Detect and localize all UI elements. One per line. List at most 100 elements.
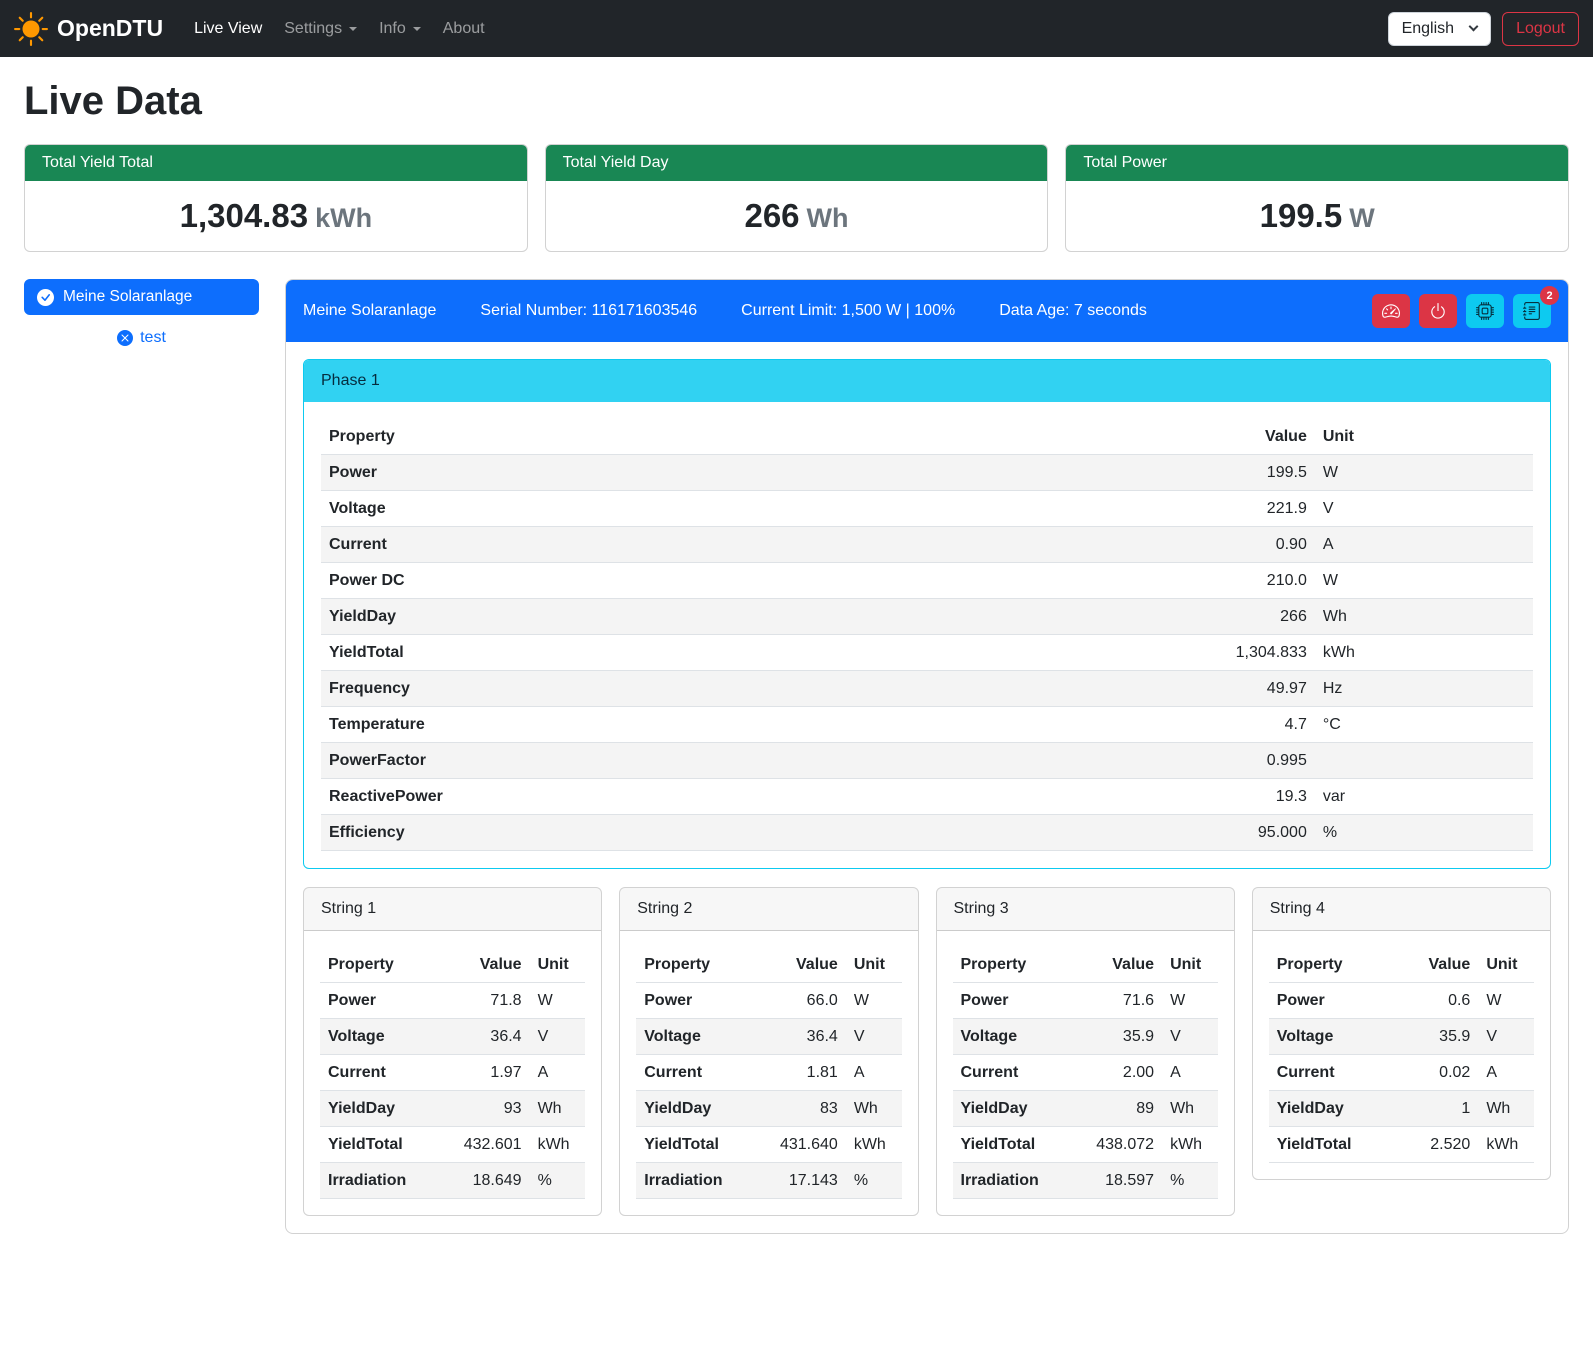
page-content: Live Data Total Yield Total 1,304.83kWh …	[0, 57, 1593, 1260]
value-cell: 83	[772, 1091, 846, 1127]
col-value: Value	[455, 947, 529, 983]
nav-about[interactable]: About	[432, 12, 496, 46]
speedometer-icon	[1382, 302, 1400, 320]
phase-card: Phase 1 Property Value Unit Power199.5WV…	[303, 359, 1551, 869]
property-cell: Irradiation	[320, 1163, 455, 1199]
value-cell: 221.9	[1169, 491, 1314, 527]
brand[interactable]: OpenDTU	[14, 12, 163, 46]
page-title: Live Data	[24, 79, 1569, 124]
table-row: Power71.6W	[953, 983, 1218, 1019]
value-cell: 66.0	[772, 983, 846, 1019]
value-cell: 2.520	[1404, 1127, 1478, 1163]
nav-settings[interactable]: Settings	[273, 12, 368, 46]
inverter-name: Meine Solaranlage	[303, 302, 436, 320]
limit-settings-button[interactable]	[1372, 294, 1410, 328]
table-row: YieldDay83Wh	[636, 1091, 901, 1127]
property-cell: Voltage	[320, 1019, 455, 1055]
property-cell: Current	[321, 527, 1169, 563]
language-select[interactable]: English	[1388, 12, 1491, 46]
table-row: Irradiation18.649%	[320, 1163, 585, 1199]
table-row: Voltage221.9V	[321, 491, 1533, 527]
value-cell: 438.072	[1088, 1127, 1162, 1163]
table-row: Current0.90A	[321, 527, 1533, 563]
col-value: Value	[1088, 947, 1162, 983]
unit-cell: A	[846, 1055, 902, 1091]
string-card-header: String 4	[1253, 888, 1550, 931]
card-header: Total Power	[1066, 145, 1568, 181]
table-header-row: Property Value Unit	[320, 947, 585, 983]
col-property: Property	[636, 947, 771, 983]
property-cell: YieldDay	[321, 599, 1169, 635]
table-row: Efficiency95.000%	[321, 815, 1533, 851]
inverter-select-button[interactable]: Meine Solaranlage	[24, 279, 259, 315]
total-yield-day-card: Total Yield Day 266Wh	[545, 144, 1049, 252]
total-yield-day-value: 266	[744, 197, 799, 234]
chevron-down-icon	[413, 27, 421, 31]
property-cell: ReactivePower	[321, 779, 1169, 815]
table-row: Power71.8W	[320, 983, 585, 1019]
power-button[interactable]	[1419, 294, 1457, 328]
event-count-badge: 2	[1540, 286, 1559, 305]
value-cell: 0.90	[1169, 527, 1314, 563]
total-power-value: 199.5	[1260, 197, 1343, 234]
string-1-card: String 1 Property Value Unit	[303, 887, 602, 1216]
unit-cell: V	[530, 1019, 586, 1055]
x-circle-icon	[117, 330, 133, 346]
property-cell: YieldTotal	[1269, 1127, 1404, 1163]
property-cell: YieldTotal	[320, 1127, 455, 1163]
table-row: Current0.02A	[1269, 1055, 1534, 1091]
value-cell: 95.000	[1169, 815, 1314, 851]
col-property: Property	[320, 947, 455, 983]
unit-cell: W	[1315, 455, 1533, 491]
logout-button[interactable]: Logout	[1502, 12, 1579, 46]
table-row: Irradiation17.143%	[636, 1163, 901, 1199]
nav-info[interactable]: Info	[368, 12, 432, 46]
total-yield-total-card: Total Yield Total 1,304.83kWh	[24, 144, 528, 252]
value-cell: 431.640	[772, 1127, 846, 1163]
string-card-body: Property Value Unit Power71.8WVoltage36.…	[304, 931, 601, 1215]
value-cell: 199.5	[1169, 455, 1314, 491]
string-card-header: String 1	[304, 888, 601, 931]
unit-cell: W	[1162, 983, 1218, 1019]
col-unit: Unit	[1478, 947, 1534, 983]
nav-live-view[interactable]: Live View	[183, 12, 273, 46]
unit-cell: var	[1315, 779, 1533, 815]
value-cell: 35.9	[1404, 1019, 1478, 1055]
inverter-serial: Serial Number: 116171603546	[480, 302, 697, 320]
table-row: PowerFactor0.995	[321, 743, 1533, 779]
unit-cell: Wh	[1315, 599, 1533, 635]
string-4-table: Property Value Unit Power0.6WVoltage35.9…	[1269, 947, 1534, 1163]
property-cell: YieldTotal	[321, 635, 1169, 671]
device-info-button[interactable]	[1466, 294, 1504, 328]
phase-table: Property Value Unit Power199.5WVoltage22…	[321, 419, 1533, 851]
brand-label: OpenDTU	[57, 15, 163, 42]
value-cell: 1.97	[455, 1055, 529, 1091]
nav-right: English Logout	[1388, 12, 1579, 46]
inverter-card-body: Phase 1 Property Value Unit Power199.5WV…	[286, 342, 1568, 1233]
col-unit: Unit	[530, 947, 586, 983]
table-row: Power66.0W	[636, 983, 901, 1019]
value-cell: 35.9	[1088, 1019, 1162, 1055]
table-row: YieldDay1Wh	[1269, 1091, 1534, 1127]
unit-cell: kWh	[530, 1127, 586, 1163]
string-card-body: Property Value Unit Power71.6WVoltage35.…	[937, 931, 1234, 1215]
property-cell: Voltage	[321, 491, 1169, 527]
property-cell: Frequency	[321, 671, 1169, 707]
sidebar-item-test[interactable]: test	[24, 329, 259, 347]
col-value: Value	[1169, 419, 1314, 455]
value-cell: 49.97	[1169, 671, 1314, 707]
check-circle-icon	[37, 289, 54, 306]
table-header-row: Property Value Unit	[636, 947, 901, 983]
col-property: Property	[953, 947, 1088, 983]
property-cell: Efficiency	[321, 815, 1169, 851]
string-4-card: String 4 Property Value Unit	[1252, 887, 1551, 1180]
property-cell: Voltage	[953, 1019, 1088, 1055]
unit-cell: %	[846, 1163, 902, 1199]
value-cell: 71.8	[455, 983, 529, 1019]
table-row: Power199.5W	[321, 455, 1533, 491]
value-cell: 432.601	[455, 1127, 529, 1163]
property-cell: Power	[321, 455, 1169, 491]
event-log-button[interactable]: 2	[1513, 294, 1551, 328]
unit-cell	[1315, 743, 1533, 779]
inverter-data-age: Data Age: 7 seconds	[999, 302, 1147, 320]
